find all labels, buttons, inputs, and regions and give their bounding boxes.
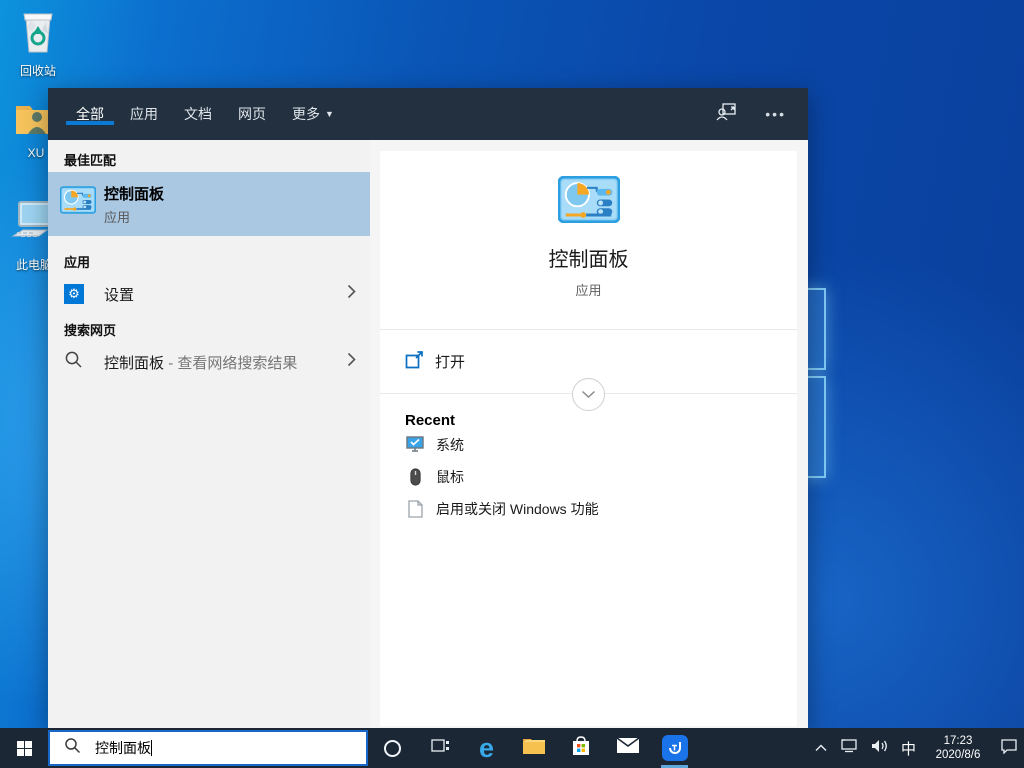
desktop-icon-label: 回收站 (20, 64, 56, 78)
start-button[interactable] (0, 728, 48, 768)
preview-card: 控制面板 应用 打开 Recent (380, 151, 797, 726)
more-options-icon[interactable]: ••• (765, 106, 786, 122)
settings-gear-icon: ⚙ (64, 284, 84, 304)
action-center-icon[interactable] (1000, 738, 1018, 759)
search-flyout-panel: 全部 应用 文档 网页 更多 ▼ (48, 88, 808, 728)
mail-button[interactable] (604, 728, 651, 768)
chevron-right-icon[interactable] (347, 352, 356, 372)
apps-section-header: 应用 (64, 252, 90, 271)
result-label: 设置 (104, 284, 134, 305)
best-match-result-control-panel[interactable]: 控制面板 应用 (48, 172, 370, 236)
windows-logo-icon (17, 741, 32, 756)
control-panel-icon (558, 176, 620, 228)
best-match-header: 最佳匹配 (64, 150, 116, 169)
tab-documents[interactable]: 文档 (184, 88, 212, 140)
recent-item-label: 系统 (436, 435, 464, 455)
web-search-section-header: 搜索网页 (64, 320, 116, 339)
taskbar: 控制面板 e (0, 728, 1024, 768)
driver-app-button[interactable] (651, 728, 698, 768)
search-icon (64, 350, 83, 374)
result-settings[interactable]: ⚙ 设置 (48, 276, 370, 312)
network-icon[interactable] (840, 738, 858, 758)
tab-more[interactable]: 更多 ▼ (292, 88, 334, 140)
mail-icon (616, 737, 640, 759)
search-panel-header: 全部 应用 文档 网页 更多 ▼ (48, 88, 808, 140)
chevron-right-icon[interactable] (347, 284, 356, 304)
store-button[interactable] (557, 728, 604, 768)
task-view-icon (430, 737, 450, 760)
tray-time: 17:23 (944, 735, 973, 747)
chevron-down-icon: ▼ (325, 109, 334, 119)
ime-indicator[interactable]: 中 (901, 738, 916, 759)
clock[interactable]: 17:23 2020/8/6 (929, 734, 987, 762)
search-results-list: 最佳匹配 (48, 140, 370, 728)
edge-button[interactable]: e (463, 728, 510, 768)
edge-icon: e (479, 735, 494, 762)
volume-icon[interactable] (871, 739, 888, 758)
recent-section-header: Recent (405, 412, 785, 429)
search-icon (64, 737, 81, 759)
tab-all[interactable]: 全部 (76, 88, 104, 140)
search-preview-pane: 控制面板 应用 打开 Recent (370, 140, 808, 728)
search-filter-tabs: 全部 应用 文档 网页 更多 ▼ (76, 88, 334, 140)
recent-item-windows-features[interactable]: 启用或关闭 Windows 功能 (405, 493, 785, 525)
web-search-query: 控制面板 (104, 355, 164, 372)
cortana-icon (384, 740, 401, 757)
recent-item-label: 鼠标 (436, 467, 464, 487)
recent-item-mouse[interactable]: 鼠标 (405, 461, 785, 493)
best-match-title: 控制面板 (104, 183, 164, 204)
tray-chevron-up-icon[interactable] (815, 739, 827, 757)
result-web-search[interactable]: 控制面板 - 查看网络搜索结果 (48, 344, 370, 380)
cortana-button[interactable] (369, 728, 416, 768)
recent-item-label: 启用或关闭 Windows 功能 (436, 499, 599, 519)
feedback-icon[interactable] (715, 102, 737, 127)
control-panel-icon (60, 186, 96, 219)
taskbar-search-input[interactable]: 控制面板 (48, 730, 368, 766)
driver-app-icon (662, 735, 688, 761)
tab-apps[interactable]: 应用 (130, 88, 158, 140)
open-action-label: 打开 (435, 351, 465, 372)
desktop-icon-label: XU (28, 146, 45, 160)
preview-app-title: 控制面板 (380, 243, 797, 272)
task-view-button[interactable] (416, 728, 463, 768)
file-explorer-icon (522, 736, 546, 760)
tray-date: 2020/8/6 (936, 749, 981, 761)
tab-web[interactable]: 网页 (238, 88, 266, 140)
system-monitor-icon (405, 436, 425, 454)
search-input-value: 控制面板 (95, 738, 151, 758)
desktop-icon-recycle-bin[interactable]: 回收站 (8, 10, 68, 79)
mouse-icon (405, 468, 425, 486)
open-external-icon (405, 350, 424, 374)
document-icon (405, 500, 425, 518)
recent-item-system[interactable]: 系统 (405, 429, 785, 461)
preview-app-subtitle: 应用 (380, 280, 797, 299)
best-match-subtitle: 应用 (104, 207, 164, 226)
desktop-icon-label: 此电脑 (16, 258, 52, 272)
web-search-suffix: - 查看网络搜索结果 (168, 355, 297, 372)
store-icon (570, 735, 592, 762)
recycle-bin-icon (8, 10, 68, 59)
text-cursor (151, 740, 152, 756)
file-explorer-button[interactable] (510, 728, 557, 768)
